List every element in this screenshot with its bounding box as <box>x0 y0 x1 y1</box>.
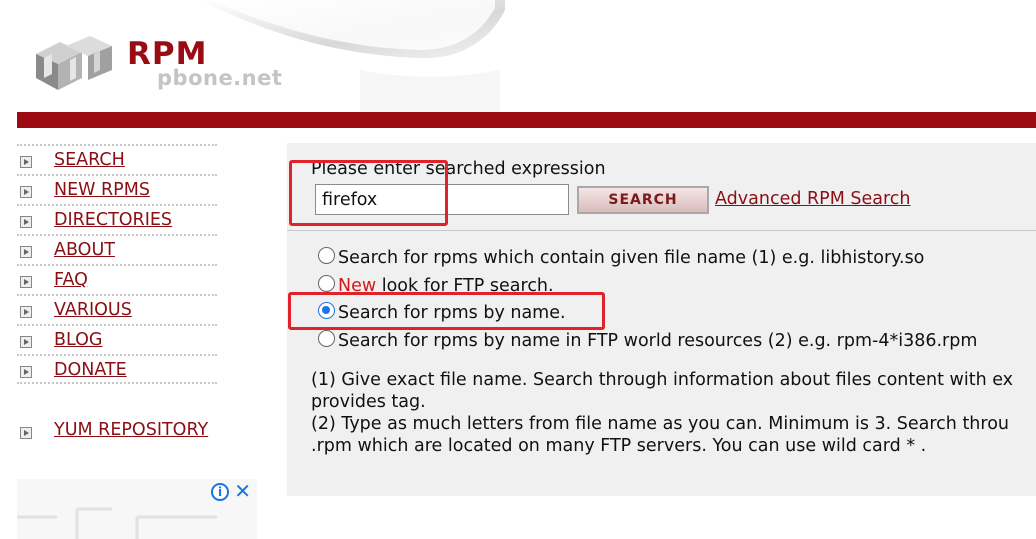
arrow-bullet-icon <box>20 246 32 258</box>
sidebar-link-about[interactable]: ABOUT <box>54 240 115 260</box>
search-button[interactable]: SEARCH <box>577 186 709 214</box>
sidebar-nav: SEARCH NEW RPMS DIRECTORIES ABOUT FAQ VA… <box>17 144 217 384</box>
sidebar-link-new-rpms[interactable]: NEW RPMS <box>54 180 150 200</box>
option-ftp-world[interactable]: Search for rpms by name in FTP world res… <box>318 330 977 351</box>
note-line-1: (1) Give exact file name. Search through… <box>311 370 1014 390</box>
page: RPM pbone.net SEARCH NEW RPMS DIRECTORIE… <box>0 0 1036 539</box>
search-panel: Please enter searched expression SEARCH … <box>287 143 1036 496</box>
sidebar-link-faq[interactable]: FAQ <box>54 270 88 290</box>
search-prompt-label: Please enter searched expression <box>311 159 606 179</box>
rpm-logo-icon <box>36 36 112 90</box>
search-input[interactable] <box>315 184 569 215</box>
divider <box>287 230 1036 231</box>
sidebar-item-donate[interactable]: DONATE <box>17 354 217 384</box>
logo-site-text: pbone.net <box>157 66 283 90</box>
option-file-name[interactable]: Search for rpms which contain given file… <box>318 247 924 268</box>
sidebar-item-directories[interactable]: DIRECTORIES <box>17 204 217 234</box>
sidebar-link-various[interactable]: VARIOUS <box>54 300 132 320</box>
note-line-2: provides tag. <box>311 392 426 412</box>
radio-file-name[interactable] <box>318 247 335 264</box>
arrow-bullet-icon <box>20 186 32 198</box>
sidebar-link-directories[interactable]: DIRECTORIES <box>54 210 172 230</box>
arrow-bullet-icon <box>20 366 32 378</box>
radio-ftp-world[interactable] <box>318 330 335 347</box>
radio-rpm-name[interactable] <box>318 302 335 319</box>
header-red-bar <box>17 112 1036 128</box>
sidebar-link-blog[interactable]: BLOG <box>54 330 102 350</box>
arrow-bullet-icon <box>20 306 32 318</box>
sidebar-item-faq[interactable]: FAQ <box>17 264 217 294</box>
radio-ftp-search[interactable] <box>318 275 335 292</box>
option-rpm-name[interactable]: Search for rpms by name. <box>318 302 566 323</box>
ad-box[interactable]: i ✕ <box>17 479 257 539</box>
info-icon[interactable]: i <box>211 483 229 501</box>
new-link[interactable]: New <box>338 276 376 296</box>
sidebar-item-about[interactable]: ABOUT <box>17 234 217 264</box>
option-file-name-label: Search for rpms which contain given file… <box>338 248 925 268</box>
sidebar-item-search[interactable]: SEARCH <box>17 144 217 174</box>
sidebar-item-various[interactable]: VARIOUS <box>17 294 217 324</box>
note-line-3: (2) Type as much letters from file name … <box>311 414 1010 434</box>
sidebar-item-blog[interactable]: BLOG <box>17 324 217 354</box>
sidebar-item-new-rpms[interactable]: NEW RPMS <box>17 174 217 204</box>
note-line-4: .rpm which are located on many FTP serve… <box>311 436 927 456</box>
option-ftp-search-label: look for FTP search. <box>376 276 554 296</box>
close-icon[interactable]: ✕ <box>234 480 251 502</box>
sidebar-item-yum-repository[interactable]: YUM REPOSITORY <box>17 418 217 446</box>
advanced-rpm-search-link[interactable]: Advanced RPM Search <box>715 189 911 209</box>
arrow-bullet-icon <box>20 216 32 228</box>
sidebar-link-search[interactable]: SEARCH <box>54 150 125 170</box>
arrow-bullet-icon <box>20 336 32 348</box>
arrow-bullet-icon <box>20 427 32 439</box>
arrow-bullet-icon <box>20 156 32 168</box>
option-ftp-world-label: Search for rpms by name in FTP world res… <box>338 331 978 351</box>
option-rpm-name-label: Search for rpms by name. <box>338 303 566 323</box>
sidebar-link-yum-repository[interactable]: YUM REPOSITORY <box>54 420 208 440</box>
sidebar-link-donate[interactable]: DONATE <box>54 360 127 380</box>
option-ftp-search[interactable]: New look for FTP search. <box>318 275 554 296</box>
arrow-bullet-icon <box>20 276 32 288</box>
